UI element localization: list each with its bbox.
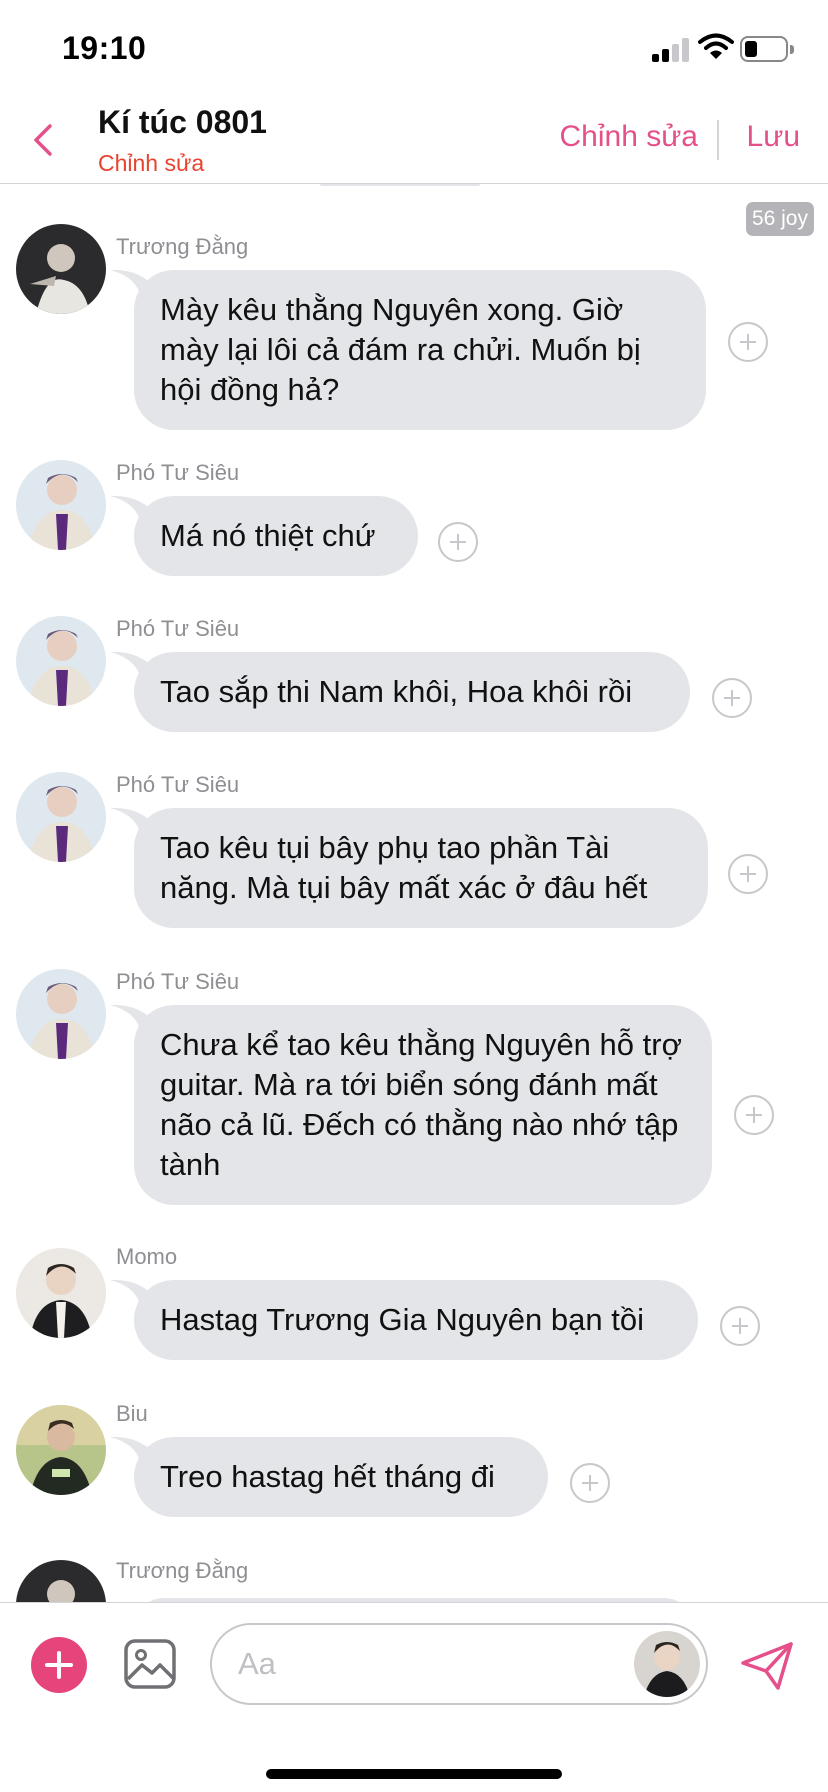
chat-title[interactable]: Kí túc 0801: [98, 104, 267, 141]
chat-header: Kí túc 0801 Chỉnh sửa Chỉnh sửa Lưu: [0, 96, 828, 184]
add-reaction-button[interactable]: [728, 322, 768, 362]
message-bubble[interactable]: Treo hastag hết tháng đi: [134, 1437, 548, 1517]
message-item: Phó Tư Siêu Má nó thiệt chứ: [0, 460, 828, 580]
message-bubble[interactable]: Tao sắp thi Nam khôi, Hoa khôi rồi: [134, 652, 690, 732]
home-indicator[interactable]: [266, 1769, 562, 1779]
avatar-momo[interactable]: [16, 1248, 106, 1338]
message-item: Phó Tư Siêu Tao sắp thi Nam khôi, Hoa kh…: [0, 616, 828, 736]
message-bubble[interactable]: Hastag Trương Gia Nguyên bạn tồi: [134, 1280, 698, 1360]
signal-icon: [652, 38, 692, 62]
back-chevron-icon[interactable]: [26, 118, 62, 162]
composer-bar: [0, 1602, 828, 1792]
sender-name: Trương Đằng: [116, 1558, 249, 1583]
avatar-biu[interactable]: [16, 1405, 106, 1495]
send-icon[interactable]: [740, 1641, 794, 1691]
message-input-field[interactable]: [210, 1623, 708, 1705]
avatar-pho-tu-sieu[interactable]: [16, 969, 106, 1059]
wifi-icon: [698, 33, 734, 59]
edit-button[interactable]: Chỉnh sửa: [560, 120, 699, 154]
status-bar: 19:10: [0, 0, 828, 96]
image-icon[interactable]: [124, 1639, 176, 1689]
message-bubble[interactable]: Má nó thiệt chứ: [134, 496, 418, 576]
save-button[interactable]: Lưu: [747, 120, 800, 154]
add-reaction-button[interactable]: [728, 854, 768, 894]
sender-name: Trương Đằng: [116, 234, 249, 259]
avatar-pho-tu-sieu[interactable]: [16, 460, 106, 550]
message-item: Trương Đằng: [0, 1558, 828, 1602]
message-list[interactable]: 56 joy Trương Đằng Mày kêu thằng Nguyên …: [0, 184, 828, 1602]
add-reaction-button[interactable]: [720, 1306, 760, 1346]
message-item: Biu Treo hastag hết tháng đi: [0, 1401, 828, 1521]
add-reaction-button[interactable]: [438, 522, 478, 562]
sender-name: Phó Tư Siêu: [116, 772, 240, 797]
message-bubble[interactable]: Mày kêu thằng Nguyên xong. Giờ mày lại l…: [134, 270, 706, 430]
avatar-truong-dang[interactable]: [16, 224, 106, 314]
status-time: 19:10: [62, 30, 147, 66]
add-reaction-button[interactable]: [570, 1463, 610, 1503]
avatar-pho-tu-sieu[interactable]: [16, 616, 106, 706]
message-item: Trương Đằng Mày kêu thằng Nguyên xong. G…: [0, 224, 828, 434]
avatar-truong-dang[interactable]: [16, 1560, 106, 1602]
previous-bubble-edge: [320, 184, 480, 186]
sender-name: Phó Tư Siêu: [116, 969, 240, 994]
character-avatar[interactable]: [634, 1631, 700, 1697]
message-item: Phó Tư Siêu Chưa kể tao kêu thằng Nguyên…: [0, 969, 828, 1209]
chat-subtitle[interactable]: Chỉnh sửa: [98, 150, 204, 177]
header-divider: [717, 120, 719, 160]
sender-name: Momo: [116, 1244, 178, 1269]
message-bubble[interactable]: Tao kêu tụi bây phụ tao phần Tài năng. M…: [134, 808, 708, 928]
message-item: Momo Hastag Trương Gia Nguyên bạn tồi: [0, 1244, 828, 1364]
message-bubble[interactable]: Chưa kể tao kêu thằng Nguyên hỗ trợ guit…: [134, 1005, 712, 1205]
message-input[interactable]: [238, 1643, 598, 1685]
add-reaction-button[interactable]: [712, 678, 752, 718]
sender-name: Phó Tư Siêu: [116, 460, 240, 485]
message-item: Phó Tư Siêu Tao kêu tụi bây phụ tao phần…: [0, 772, 828, 932]
add-attachment-button[interactable]: [31, 1637, 87, 1693]
sender-name: Phó Tư Siêu: [116, 616, 240, 641]
add-reaction-button[interactable]: [734, 1095, 774, 1135]
battery-icon: [740, 36, 794, 62]
sender-name: Biu: [116, 1401, 148, 1426]
avatar-pho-tu-sieu[interactable]: [16, 772, 106, 862]
